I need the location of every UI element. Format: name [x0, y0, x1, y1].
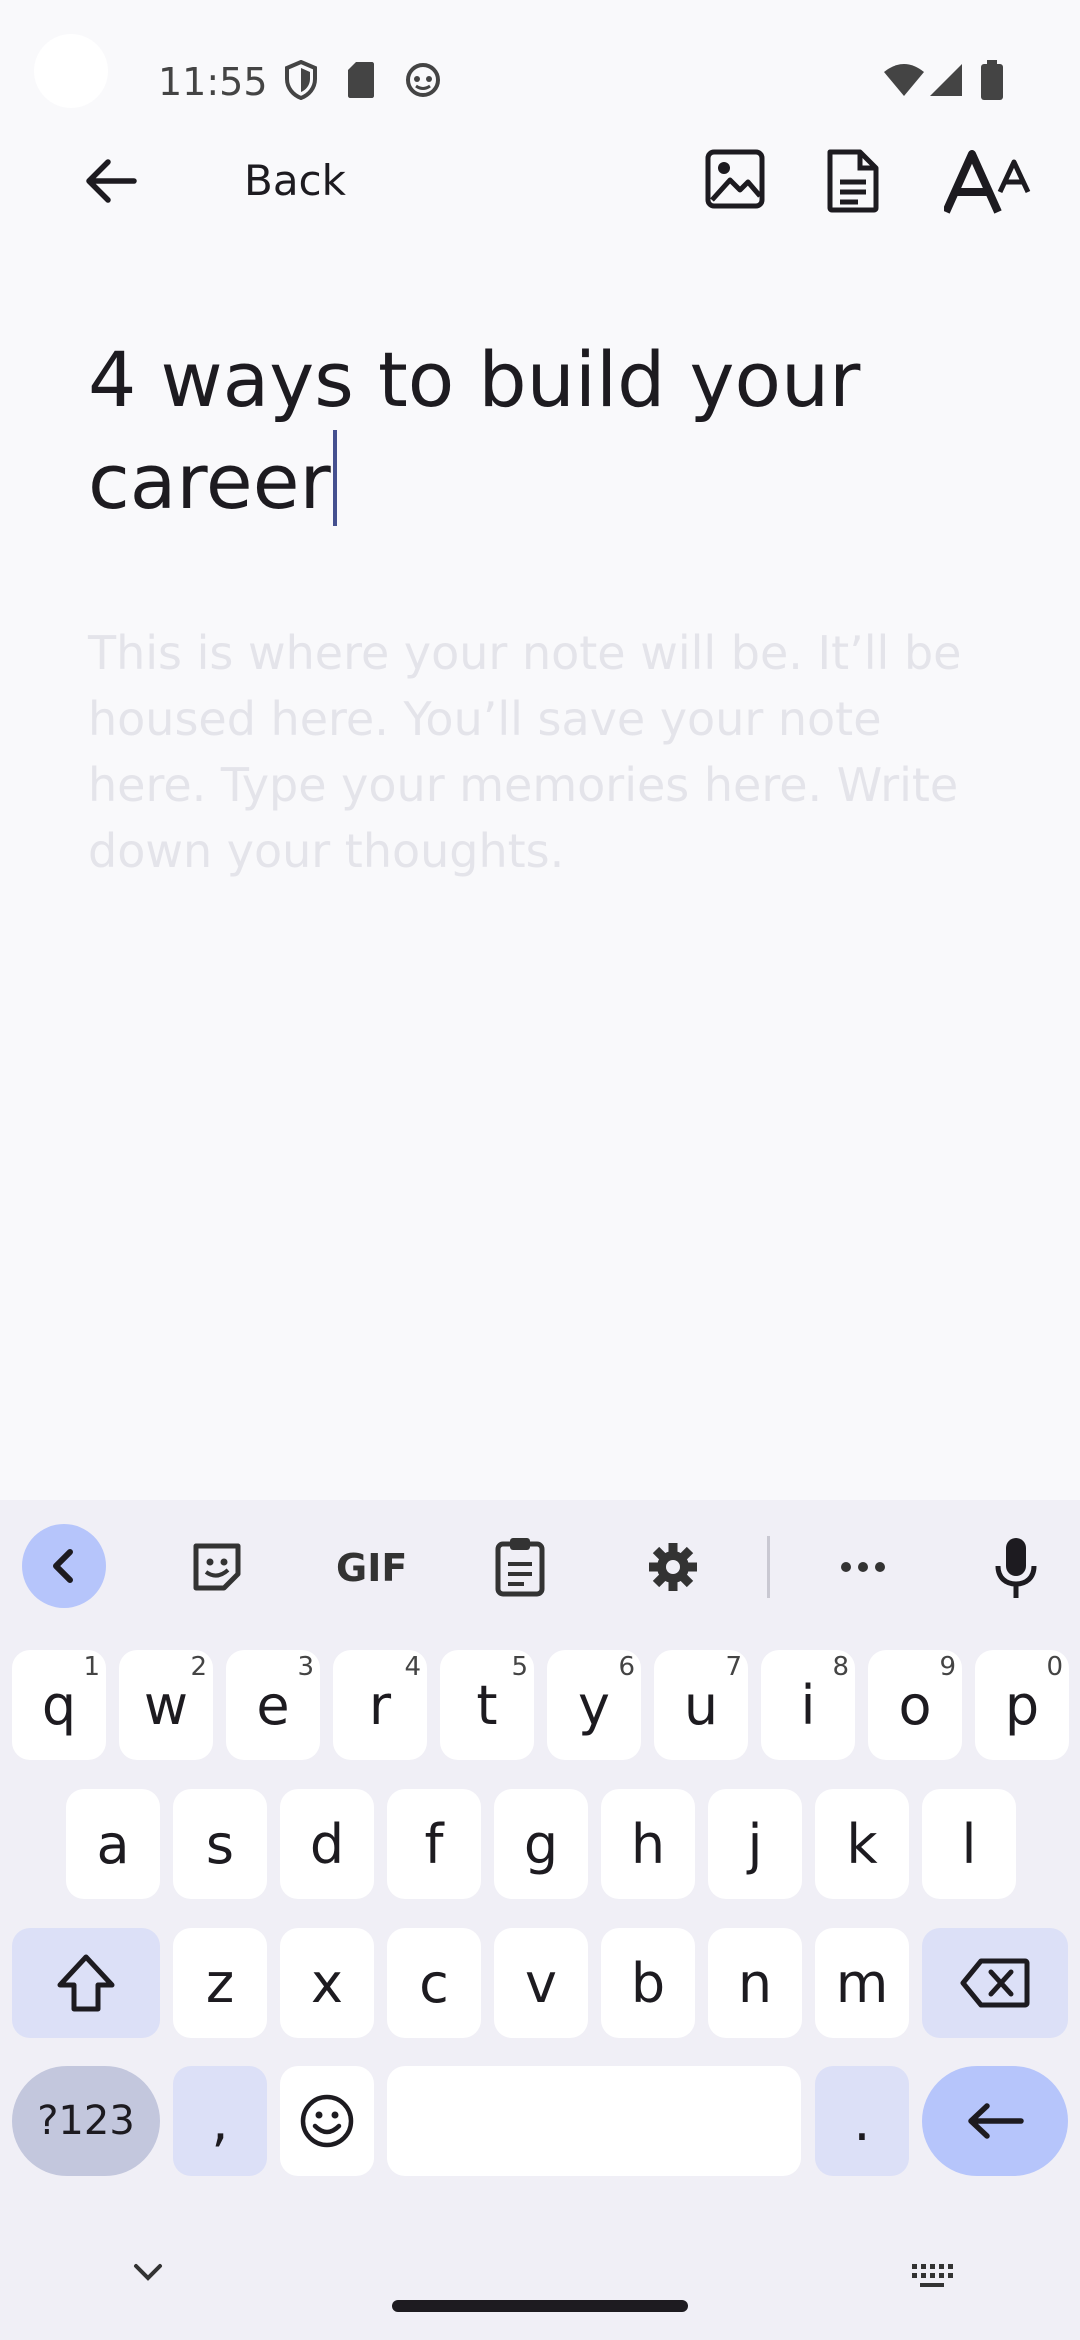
toolbar-divider — [767, 1536, 770, 1598]
keyboard-switch-icon[interactable] — [910, 2262, 954, 2290]
status-time: 11:55 — [158, 60, 268, 104]
note-body-input[interactable]: This is where your note will be. It’ll b… — [88, 620, 988, 884]
shift-key[interactable] — [12, 1928, 160, 2038]
space-key[interactable] — [387, 2066, 801, 2176]
enter-arrow-icon — [968, 2103, 1024, 2139]
emoji-icon — [300, 2094, 354, 2148]
key-p[interactable]: p0 — [975, 1650, 1069, 1760]
top-app-bar — [0, 130, 1080, 240]
key-r[interactable]: r4 — [333, 1650, 427, 1760]
key-c[interactable]: c — [387, 1928, 481, 2038]
clipboard-icon[interactable] — [494, 1536, 546, 1598]
emoji-key[interactable] — [280, 2066, 374, 2176]
key-h[interactable]: h — [601, 1789, 695, 1899]
insert-image-icon[interactable] — [704, 148, 766, 210]
key-l[interactable]: l — [922, 1789, 1016, 1899]
key-z[interactable]: z — [173, 1928, 267, 2038]
backspace-icon — [960, 1958, 1030, 2008]
key-v[interactable]: v — [494, 1928, 588, 2038]
key-t[interactable]: t5 — [440, 1650, 534, 1760]
key-k[interactable]: k — [815, 1789, 909, 1899]
settings-gear-icon[interactable] — [646, 1540, 700, 1594]
note-title-text: 4 ways to build your career — [88, 335, 861, 526]
shield-icon — [285, 60, 317, 100]
back-button[interactable]: Back — [244, 156, 346, 205]
key-a[interactable]: a — [66, 1789, 160, 1899]
keyboard-collapse-toolbar-button[interactable] — [22, 1524, 106, 1608]
key-u[interactable]: u7 — [654, 1650, 748, 1760]
hide-keyboard-chevron-icon[interactable] — [132, 2262, 164, 2282]
keyboard — [0, 1500, 1080, 2340]
sd-card-icon — [348, 62, 374, 98]
sticker-icon[interactable] — [190, 1540, 244, 1594]
microphone-icon[interactable] — [994, 1536, 1038, 1600]
camera-cutout — [34, 34, 108, 108]
key-m[interactable]: m — [815, 1928, 909, 2038]
note-title-input[interactable]: 4 ways to build your career — [88, 330, 988, 532]
key-i[interactable]: i8 — [761, 1650, 855, 1760]
enter-key[interactable] — [922, 2066, 1068, 2176]
chevron-left-icon — [53, 1549, 73, 1583]
key-e[interactable]: e3 — [226, 1650, 320, 1760]
text-cursor — [332, 430, 337, 526]
gif-button[interactable]: GIF — [336, 1546, 407, 1590]
document-icon[interactable] — [824, 148, 882, 214]
more-options-icon[interactable] — [840, 1556, 886, 1578]
period-key[interactable]: . — [815, 2066, 909, 2176]
key-x[interactable]: x — [280, 1928, 374, 2038]
key-d[interactable]: d — [280, 1789, 374, 1899]
key-f[interactable]: f — [387, 1789, 481, 1899]
cat-face-icon — [406, 63, 440, 97]
key-q[interactable]: q1 — [12, 1650, 106, 1760]
key-w[interactable]: w2 — [119, 1650, 213, 1760]
home-indicator[interactable] — [392, 2300, 688, 2312]
key-o[interactable]: o9 — [868, 1650, 962, 1760]
key-j[interactable]: j — [708, 1789, 802, 1899]
wifi-icon — [884, 64, 924, 96]
signal-icon — [930, 64, 962, 96]
back-arrow-icon[interactable] — [80, 150, 142, 212]
key-n[interactable]: n — [708, 1928, 802, 2038]
battery-icon — [981, 60, 1003, 100]
key-g[interactable]: g — [494, 1789, 588, 1899]
key-b[interactable]: b — [601, 1928, 695, 2038]
symbols-key[interactable]: ?123 — [12, 2066, 160, 2176]
backspace-key[interactable] — [922, 1928, 1068, 2038]
shift-arrow-icon — [57, 1954, 115, 2012]
comma-key[interactable]: , — [173, 2066, 267, 2176]
key-y[interactable]: y6 — [547, 1650, 641, 1760]
key-s[interactable]: s — [173, 1789, 267, 1899]
text-size-icon[interactable] — [944, 150, 1036, 214]
